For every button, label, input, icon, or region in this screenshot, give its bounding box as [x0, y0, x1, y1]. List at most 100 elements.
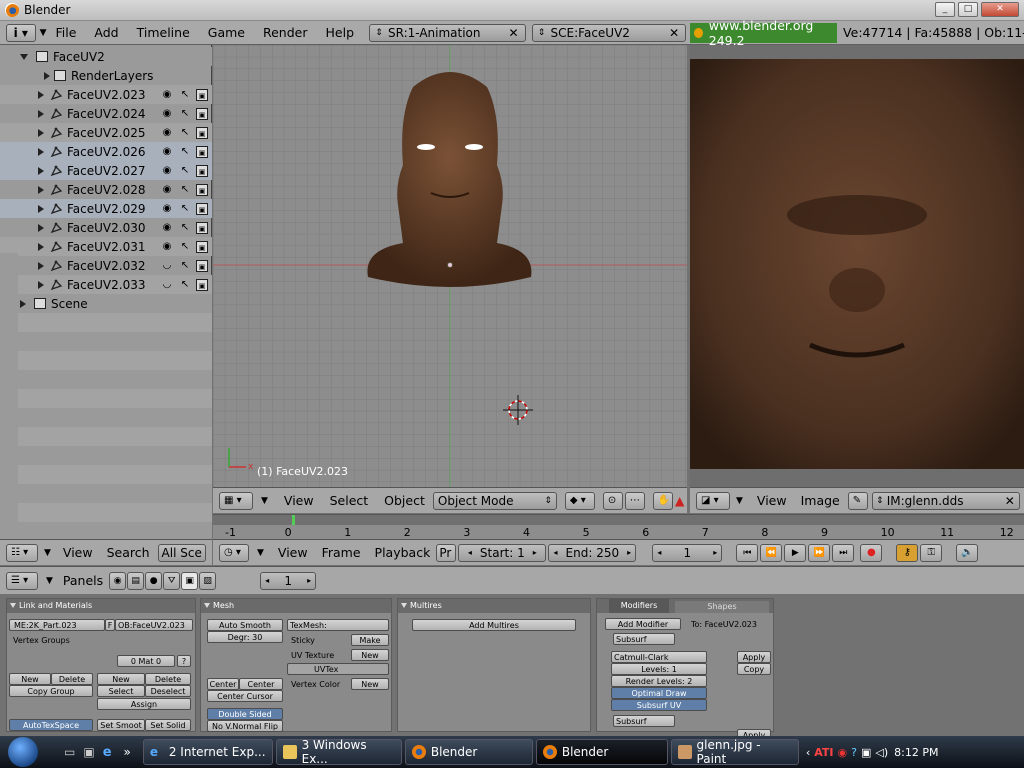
expand-icon[interactable]: [38, 166, 44, 175]
chevron-down-icon[interactable]: ▼: [40, 28, 47, 38]
outliner-object-row[interactable]: FaceUV2.029 ◉ ↖ ▣: [0, 199, 212, 218]
image-selector[interactable]: ⇕ IM:glenn.dds ✕: [871, 491, 1020, 510]
outliner-root[interactable]: FaceUV2: [0, 47, 212, 66]
outliner-object-row[interactable]: FaceUV2.027 ◉ ↖ ▣: [0, 161, 212, 180]
outliner-object-row[interactable]: FaceUV2.030 ◉ ↖ ▣: [0, 218, 212, 237]
timeline-scrub-strip[interactable]: [213, 515, 1024, 525]
taskbar-item-ie[interactable]: e 2 Internet Exp...: [142, 739, 273, 765]
object-datablock[interactable]: OB:FaceUV2.023: [115, 619, 193, 631]
render-icon[interactable]: ▣: [196, 183, 208, 196]
expand-icon[interactable]: [38, 261, 44, 270]
outliner-object-label[interactable]: FaceUV2.026: [67, 145, 155, 159]
eye-icon[interactable]: ◉: [161, 127, 173, 139]
chevron-down-icon[interactable]: ▼: [46, 576, 53, 586]
show-desktop-icon[interactable]: ▭: [64, 745, 75, 759]
panel-title[interactable]: Link and Materials: [7, 599, 195, 613]
rewind-icon[interactable]: ⏪: [760, 543, 783, 562]
menu-frame[interactable]: Frame: [322, 545, 361, 560]
expand-icon[interactable]: [38, 185, 44, 194]
closed-eye-icon[interactable]: ◡: [161, 260, 173, 272]
outliner-object-label[interactable]: FaceUV2.030: [67, 221, 155, 235]
taskbar-item-blender-2[interactable]: Blender: [535, 739, 668, 765]
delete-material-button[interactable]: Delete: [145, 673, 191, 685]
outliner-object-label[interactable]: FaceUV2.024: [67, 107, 155, 121]
outliner-object-row[interactable]: FaceUV2.024 ◉ ↖ ▣: [0, 104, 212, 123]
tray-expand-icon[interactable]: ‹: [806, 746, 810, 759]
subsurf-uv-toggle[interactable]: Subsurf UV: [611, 699, 707, 711]
eye-icon[interactable]: ◉: [161, 89, 173, 101]
play-icon[interactable]: ▶: [784, 543, 807, 562]
render-icon[interactable]: ▣: [196, 240, 208, 253]
3d-viewport[interactable]: x (1) FaceUV2.023: [213, 45, 687, 487]
current-frame-field[interactable]: ◂ 1 ▸: [652, 543, 723, 562]
taskbar-item-label[interactable]: 2 Internet Exp...: [169, 745, 266, 759]
outliner-object-label[interactable]: FaceUV2.028: [67, 183, 155, 197]
expand-icon[interactable]: [20, 53, 28, 60]
center-new-button[interactable]: Center New: [239, 678, 283, 700]
menu-view[interactable]: View: [284, 493, 314, 508]
outliner-item-label[interactable]: RenderLayers: [71, 69, 153, 83]
menu-add[interactable]: Add: [94, 25, 118, 40]
current-frame-marker[interactable]: [292, 515, 295, 525]
hand-icon[interactable]: ✋: [652, 491, 673, 510]
manipulator-icon[interactable]: ⋯: [624, 491, 645, 510]
jump-end-icon[interactable]: ⏭: [832, 543, 855, 562]
menu-image[interactable]: Image: [801, 493, 840, 508]
select-material-button[interactable]: Select: [97, 685, 145, 697]
render-icon[interactable]: ▣: [196, 202, 208, 215]
outliner-object-row[interactable]: FaceUV2.026 ◉ ↖ ▣: [0, 142, 212, 161]
outliner-object-label[interactable]: FaceUV2.023: [67, 88, 155, 102]
eye-icon[interactable]: ◉: [161, 146, 173, 158]
render-icon[interactable]: ▣: [196, 221, 208, 234]
clock-icon[interactable]: ◷ ▾: [219, 543, 249, 562]
texmesh-field[interactable]: TexMesh:: [287, 619, 389, 631]
info-icon[interactable]: i ▾: [6, 23, 36, 42]
set-solid-button[interactable]: Set Solid: [145, 719, 191, 731]
expand-icon[interactable]: [38, 204, 44, 213]
menu-render[interactable]: Render: [263, 25, 308, 40]
filter-select[interactable]: All Sce: [157, 543, 206, 562]
cursor-select-icon[interactable]: ↖: [179, 165, 191, 177]
expand-icon[interactable]: [38, 223, 44, 232]
mesh-datablock[interactable]: ME:2K_Part.023: [9, 619, 105, 631]
screen-selector[interactable]: ⇕ SR:1-Animation ✕: [369, 23, 526, 42]
image-name[interactable]: IM:glenn.dds: [887, 494, 1005, 508]
expand-icon[interactable]: [38, 90, 44, 99]
antivirus-icon[interactable]: ◉: [838, 746, 848, 759]
minimize-button[interactable]: _: [935, 2, 955, 17]
eye-icon[interactable]: ◉: [161, 165, 173, 177]
outliner-object-row[interactable]: FaceUV2.025 ◉ ↖ ▣: [0, 123, 212, 142]
menu-object[interactable]: Object: [384, 493, 425, 508]
more-quicklaunch-icon[interactable]: »: [124, 745, 131, 759]
cursor-select-icon[interactable]: ↖: [179, 127, 191, 139]
editor-type-icon[interactable]: ▦ ▾: [219, 491, 253, 510]
cursor-select-icon[interactable]: ↖: [179, 146, 191, 158]
expand-icon[interactable]: [20, 299, 26, 308]
cursor-select-icon[interactable]: ↖: [179, 222, 191, 234]
taskbar-item-label[interactable]: 3 Windows Ex...: [302, 738, 395, 766]
render-icon[interactable]: ▣: [196, 88, 208, 101]
editor-type-icon[interactable]: ◪ ▾: [696, 491, 730, 510]
viewport-canvas[interactable]: x: [213, 45, 687, 487]
menu-select[interactable]: Select: [330, 493, 369, 508]
record-icon[interactable]: ●: [860, 543, 883, 562]
object-icon[interactable]: ⛛: [163, 571, 181, 590]
close-icon[interactable]: ✕: [1005, 494, 1019, 508]
close-button[interactable]: ✕: [981, 2, 1019, 17]
end-frame-label[interactable]: End: 250: [566, 546, 620, 560]
taskbar-item-label[interactable]: Blender: [562, 745, 609, 759]
taskbar-item-paint[interactable]: glenn.jpg - Paint: [670, 738, 799, 766]
panel-number-value[interactable]: 1: [284, 574, 292, 588]
close-icon[interactable]: ✕: [509, 26, 525, 40]
expand-icon[interactable]: [38, 128, 44, 137]
editor-type-icon[interactable]: ☰ ▾: [6, 571, 38, 590]
render-icon[interactable]: ▣: [196, 164, 208, 177]
expand-icon[interactable]: [38, 147, 44, 156]
outliner-object-label[interactable]: FaceUV2.032: [67, 259, 155, 273]
outliner-object-row[interactable]: FaceUV2.028 ◉ ↖ ▣: [0, 180, 212, 199]
logic-icon[interactable]: ◉: [109, 571, 127, 590]
render-icon[interactable]: ▣: [196, 126, 208, 139]
double-sided-toggle[interactable]: Double Sided: [207, 708, 283, 720]
render-icon[interactable]: ▣: [196, 107, 208, 120]
taskbar-item-blender-1[interactable]: Blender: [404, 739, 533, 765]
